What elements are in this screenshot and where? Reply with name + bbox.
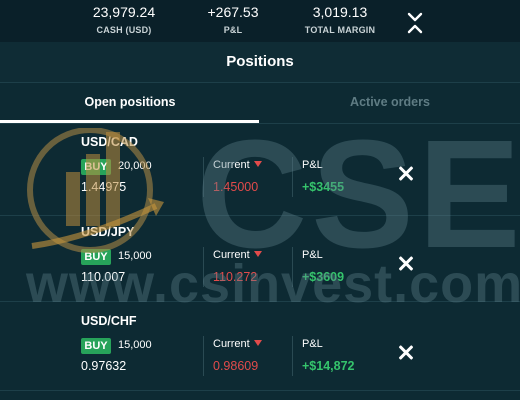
tab-open-positions[interactable]: Open positions [0,83,260,123]
current-label: Current [213,338,262,350]
column-divider [292,336,293,376]
collapse-arrows-icon[interactable] [404,12,426,34]
divider [0,301,520,302]
buy-badge: BUY [81,249,111,265]
pl-total-label: P&L [223,25,243,35]
pl-label: P&L [302,249,323,261]
current-label-text: Current [213,249,250,261]
cash-value: 23,979.24 [92,4,156,20]
position-quantity: 15,000 [118,250,152,262]
down-triangle-icon [253,251,262,257]
position-quantity: 15,000 [118,339,152,351]
column-divider [203,157,204,197]
column-divider [292,247,293,287]
column-divider [292,157,293,197]
cash-label: CASH (USD) [96,25,152,35]
down-triangle-icon [253,161,262,167]
current-price: 110.272 [213,270,258,284]
open-price: 1.44975 [81,180,127,194]
current-price: 0.98609 [213,359,259,373]
cash-stat: 23,979.24 CASH (USD) [80,3,168,35]
position-pair: USD/CHF [81,314,137,328]
position-pair: USD/CAD [81,135,138,149]
pl-stat: +267.53 P&L [196,3,270,35]
close-position-icon[interactable] [396,163,416,183]
header: Positions [0,42,520,82]
pl-value: +$3455 [302,180,345,194]
current-label-text: Current [213,159,250,171]
position-row: USD/CHF BUY 15,000 0.97632 Current 0.986… [0,304,520,390]
account-summary-bar: 23,979.24 CASH (USD) +267.53 P&L 3,019.1… [0,0,520,42]
position-row: USD/CAD BUY 20,000 1.44975 Current 1.450… [0,125,520,211]
tab-active-orders[interactable]: Active orders [260,83,520,123]
page-title: Positions [226,53,294,70]
column-divider [203,336,204,376]
margin-value: 3,019.13 [312,4,368,20]
close-position-icon[interactable] [396,342,416,362]
column-divider [203,247,204,287]
pl-label: P&L [302,338,323,350]
current-label-text: Current [213,338,250,350]
open-price: 0.97632 [81,359,127,373]
position-pair: USD/JPY [81,225,135,239]
margin-label: TOTAL MARGIN [304,25,376,35]
position-quantity: 20,000 [118,160,152,172]
close-position-icon[interactable] [396,253,416,273]
pl-total-value: +267.53 [207,4,259,20]
margin-stat: 3,019.13 TOTAL MARGIN [298,3,382,35]
buy-badge: BUY [81,338,111,354]
tab-bar: Open positions Active orders [0,83,520,123]
current-label: Current [213,249,262,261]
pl-value: +$14,872 [302,359,355,373]
down-triangle-icon [253,340,262,346]
pl-label: P&L [302,159,323,171]
divider [0,390,520,391]
divider [0,123,520,124]
pl-value: +$3609 [302,270,345,284]
position-row: USD/JPY BUY 15,000 110.007 Current 110.2… [0,215,520,301]
open-price: 110.007 [81,270,126,284]
current-label: Current [213,159,262,171]
current-price: 1.45000 [213,180,259,194]
buy-badge: BUY [81,159,111,175]
